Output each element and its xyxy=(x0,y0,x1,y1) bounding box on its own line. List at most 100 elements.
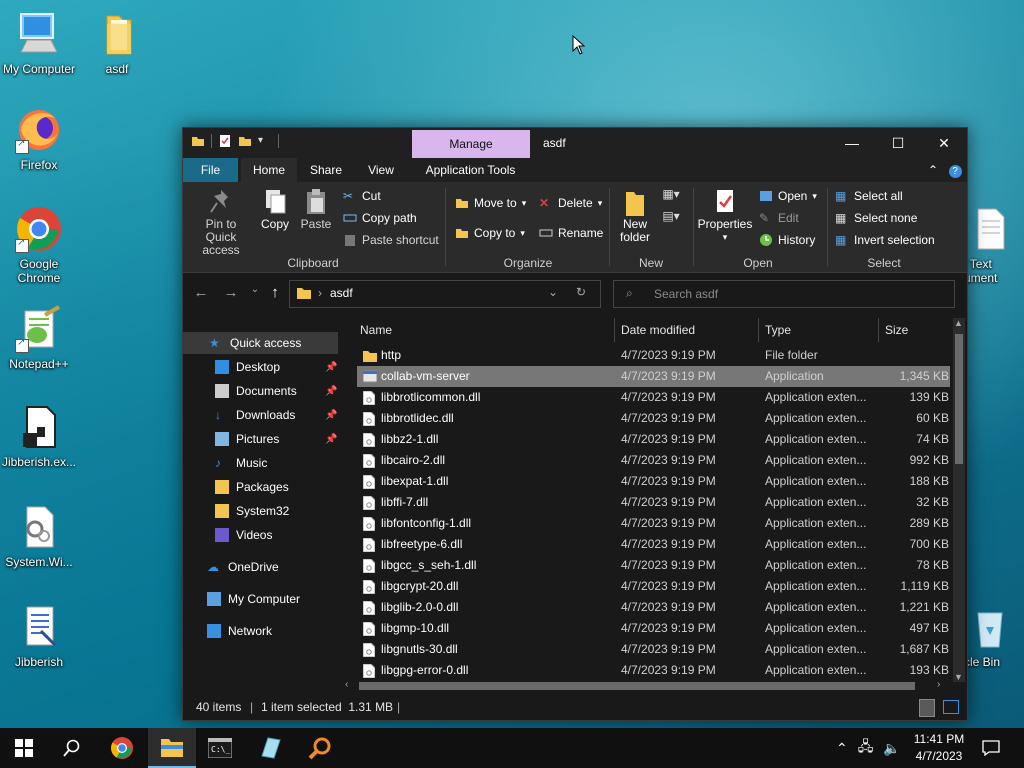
taskbar-command-prompt[interactable]: C:\_ xyxy=(196,728,244,768)
column-header-type[interactable]: Type xyxy=(765,319,791,341)
back-button[interactable]: ← xyxy=(191,284,211,304)
open-button[interactable]: Open ▾ xyxy=(759,187,817,205)
tab-home[interactable]: Home xyxy=(241,158,297,182)
large-icons-view-icon[interactable] xyxy=(943,700,959,714)
taskbar-notes-app[interactable] xyxy=(246,728,294,768)
cut-button[interactable]: ✂ Cut xyxy=(343,187,381,205)
tab-manage[interactable]: Manage xyxy=(412,130,530,158)
nav-item-desktop[interactable]: Desktop 📌 xyxy=(183,356,338,378)
action-center-button[interactable] xyxy=(968,728,1014,768)
desktop-icon-notepad-plus-plus[interactable]: Notepad++ xyxy=(0,305,78,371)
network-status-icon[interactable]: 🖧 xyxy=(858,736,874,760)
search-button[interactable] xyxy=(48,728,96,768)
easy-access-button[interactable]: ▤▾ xyxy=(657,210,685,223)
nav-item-documents[interactable]: Documents 📌 xyxy=(183,380,338,402)
details-view-icon[interactable] xyxy=(919,699,935,717)
desktop-icon-firefox[interactable]: Firefox xyxy=(0,106,78,172)
delete-button[interactable]: ✕ Delete ▾ xyxy=(539,194,602,212)
file-row[interactable]: http 4/7/2023 9:19 PM File folder xyxy=(357,345,950,366)
desktop-icon-asdf-folder[interactable]: asdf xyxy=(78,10,156,76)
tab-view[interactable]: View xyxy=(355,158,407,182)
new-item-button[interactable]: ▦▾ xyxy=(657,188,685,201)
nav-item-quick-access[interactable]: ★ Quick access xyxy=(183,332,338,354)
file-row[interactable]: libgnutls-30.dll 4/7/2023 9:19 PM Applicat… xyxy=(357,639,950,660)
nav-item-pictures[interactable]: Pictures 📌 xyxy=(183,428,338,450)
tab-application-tools[interactable]: Application Tools xyxy=(413,158,528,182)
history-button[interactable]: History xyxy=(759,231,815,249)
nav-item-onedrive[interactable]: ☁ OneDrive xyxy=(183,556,338,578)
new-folder-button[interactable]: New folder xyxy=(615,188,655,244)
tab-file[interactable]: File xyxy=(183,158,238,182)
file-row[interactable]: libexpat-1.dll 4/7/2023 9:19 PM Applicatio… xyxy=(357,471,950,492)
desktop-icon-jibberish-exe[interactable]: Jibberish.ex... xyxy=(0,403,78,469)
start-button[interactable] xyxy=(0,728,48,768)
show-hidden-icons-icon[interactable]: ⌃ xyxy=(836,740,848,757)
copy-path-button[interactable]: Copy path xyxy=(343,209,417,227)
pin-to-quick-access-button[interactable]: Pin to Quick access xyxy=(189,188,253,257)
paste-button[interactable]: Paste xyxy=(297,188,335,231)
file-row[interactable]: libgcrypt-20.dll 4/7/2023 9:19 PM Applicat… xyxy=(357,576,950,597)
column-header-name[interactable]: Name xyxy=(360,319,392,341)
rename-button[interactable]: Rename xyxy=(539,224,603,242)
up-button[interactable]: ↑ xyxy=(265,284,285,304)
properties-icon[interactable] xyxy=(218,134,232,148)
refresh-icon[interactable]: ↻ xyxy=(576,285,586,299)
maximize-button[interactable]: ☐ xyxy=(875,128,921,158)
scroll-left-icon[interactable]: ‹ xyxy=(345,679,348,690)
recent-locations-button[interactable]: ⌄ xyxy=(245,284,265,304)
file-row[interactable]: libfreetype-6.dll 4/7/2023 9:19 PM Applica… xyxy=(357,534,950,555)
taskbar-file-explorer[interactable] xyxy=(148,728,196,768)
file-row[interactable]: libbrotlicommon.dll 4/7/2023 9:19 PM Appli… xyxy=(357,387,950,408)
copy-button[interactable]: Copy xyxy=(257,188,293,231)
file-row[interactable]: libgmp-10.dll 4/7/2023 9:19 PM Application… xyxy=(357,618,950,639)
vertical-scrollbar[interactable]: ▲ ▼ xyxy=(953,318,965,682)
file-row[interactable]: libbz2-1.dll 4/7/2023 9:19 PM Application … xyxy=(357,429,950,450)
scroll-thumb[interactable] xyxy=(359,682,915,690)
copy-to-button[interactable]: Copy to ▾ xyxy=(455,224,525,242)
collapse-ribbon-icon[interactable]: ⌃ xyxy=(923,158,943,182)
minimize-button[interactable]: — xyxy=(829,128,875,158)
file-row[interactable]: libfontconfig-1.dll 4/7/2023 9:19 PM Appli… xyxy=(357,513,950,534)
nav-item-downloads[interactable]: ↓ Downloads 📌 xyxy=(183,404,338,426)
paste-shortcut-button[interactable]: Paste shortcut xyxy=(343,231,439,249)
move-to-button[interactable]: Move to ▾ xyxy=(455,194,526,212)
desktop-icon-my-computer[interactable]: My Computer xyxy=(0,10,78,76)
scroll-thumb[interactable] xyxy=(955,334,963,464)
horizontal-scrollbar[interactable]: ‹ › xyxy=(343,679,953,693)
nav-item-videos[interactable]: Videos xyxy=(183,524,338,546)
column-header-size[interactable]: Size xyxy=(885,319,908,341)
taskbar-search-tool[interactable] xyxy=(296,728,344,768)
clock[interactable]: 11:41 PM 4/7/2023 xyxy=(906,731,972,765)
volume-icon[interactable]: 🔈 xyxy=(883,740,900,757)
nav-item-packages[interactable]: Packages xyxy=(183,476,338,498)
nav-item-system32[interactable]: System32 xyxy=(183,500,338,522)
file-row[interactable]: libglib-2.0-0.dll 4/7/2023 9:19 PM Applica… xyxy=(357,597,950,618)
desktop-icon-system-wi[interactable]: System.Wi... xyxy=(0,503,78,569)
forward-button[interactable]: → xyxy=(221,284,241,304)
select-all-button[interactable]: ▦ Select all xyxy=(835,187,903,205)
invert-selection-button[interactable]: ▦ Invert selection xyxy=(835,231,935,249)
select-none-button[interactable]: ▦ Select none xyxy=(835,209,917,227)
desktop-icon-jibberish[interactable]: Jibberish xyxy=(0,603,78,669)
close-button[interactable]: ✕ xyxy=(921,128,967,158)
file-row[interactable]: libcairo-2.dll 4/7/2023 9:19 PM Applicatio… xyxy=(357,450,950,471)
help-icon[interactable]: ? xyxy=(945,158,965,182)
scroll-right-icon[interactable]: › xyxy=(937,679,940,690)
file-row[interactable]: libgpg-error-0.dll 4/7/2023 9:19 PM Applic… xyxy=(357,660,950,681)
file-row[interactable]: libffi-7.dll 4/7/2023 9:19 PM Application … xyxy=(357,492,950,513)
nav-item-network[interactable]: Network xyxy=(183,620,338,642)
properties-button[interactable]: Properties ▾ xyxy=(697,188,753,244)
search-box[interactable]: ⌕ Search asdf xyxy=(613,280,955,308)
nav-item-music[interactable]: ♪ Music xyxy=(183,452,338,474)
file-row[interactable]: collab-vm-server 4/7/2023 9:19 PM Applicat… xyxy=(357,366,950,387)
address-dropdown-icon[interactable]: ⌄ xyxy=(548,285,558,299)
breadcrumb[interactable]: asdf xyxy=(330,286,353,300)
title-bar[interactable]: ▾ Manage asdf — ☐ ✕ xyxy=(183,128,967,158)
taskbar-chrome[interactable] xyxy=(98,728,146,768)
edit-button[interactable]: ✎ Edit xyxy=(759,209,799,227)
file-row[interactable]: libbrotlidec.dll 4/7/2023 9:19 PM Applicat… xyxy=(357,408,950,429)
column-header-date-modified[interactable]: Date modified xyxy=(621,319,695,341)
tab-share[interactable]: Share xyxy=(300,158,352,182)
scroll-down-icon[interactable]: ▼ xyxy=(954,672,963,682)
scroll-up-icon[interactable]: ▲ xyxy=(954,318,963,328)
